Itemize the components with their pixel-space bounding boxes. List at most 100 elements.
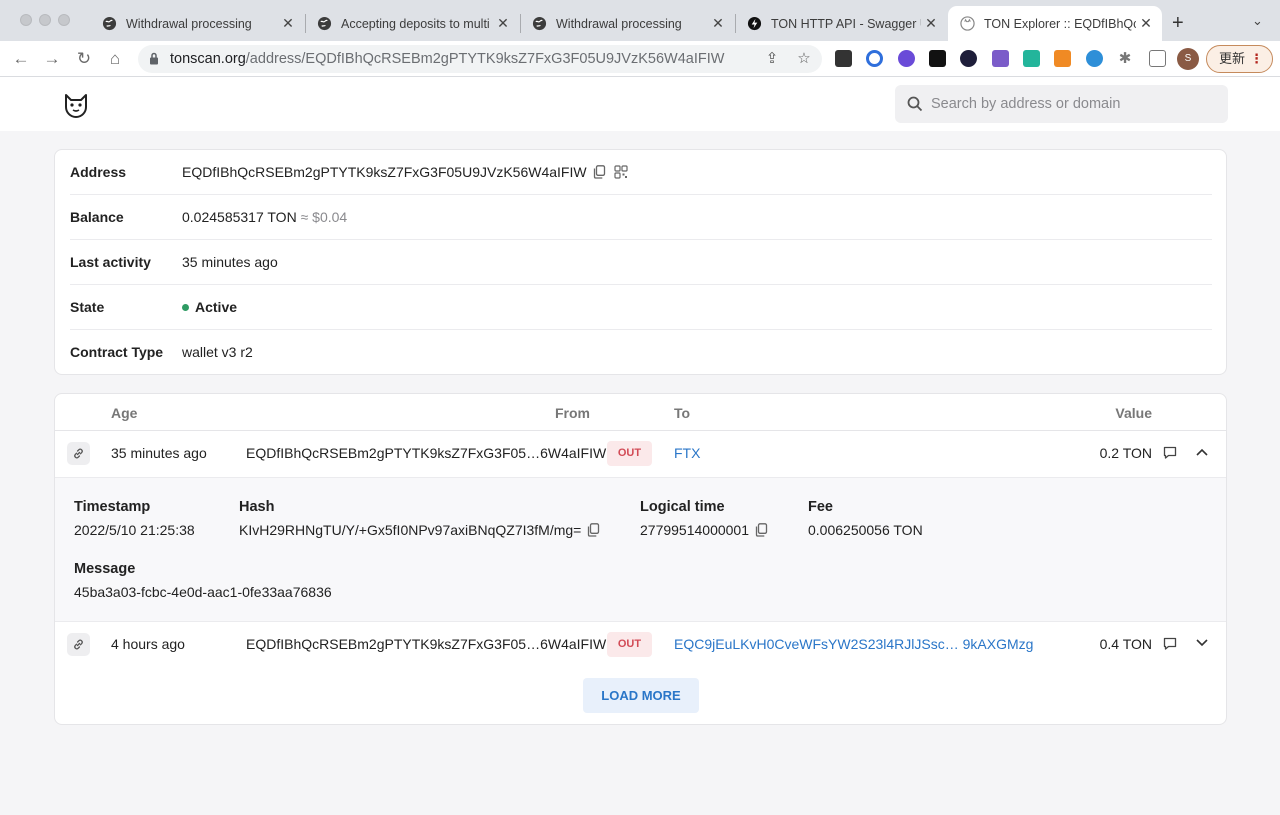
last-activity-label: Last activity [70,254,151,270]
tx-link-button[interactable] [67,442,90,465]
window-zoom-button[interactable] [58,14,70,26]
tab-title: Withdrawal processing [556,16,682,31]
browser-tab-bar: Withdrawal processing ✕ Accepting deposi… [0,0,1280,41]
tonscan-cat-icon [960,16,975,31]
status-dot-icon [182,304,189,311]
tab-close-icon[interactable]: ✕ [1136,15,1156,32]
hash-text[interactable]: KIvH29RHNgTU/Y/+Gx5fI0NPv97axiBNqQZ7I3fM… [239,522,581,538]
contract-type-row: Contract Type wallet v3 r2 [70,330,1212,375]
tab-search-chevron-icon[interactable]: ⌄ [1252,13,1263,29]
metamask-fox-icon[interactable] [1054,50,1071,67]
globe-icon [532,16,547,31]
share-icon[interactable]: ⇪ [763,50,781,68]
state-row: State Active [70,285,1212,330]
lock-icon [150,52,158,65]
copy-icon[interactable] [755,523,768,537]
tab-title: Withdrawal processing [126,16,252,31]
copy-icon[interactable] [587,523,600,537]
window-close-button[interactable] [20,14,32,26]
browser-tab[interactable]: Withdrawal processing ✕ [90,6,304,41]
state-value: Active [182,299,237,315]
state-text: Active [195,299,238,315]
side-panel-icon[interactable] [1149,50,1166,67]
balance-value: 0.024585317 TON ≈ $0.04 [182,209,347,225]
link-icon [74,639,83,650]
tab-title: Accepting deposits to multi [341,16,490,31]
update-button[interactable]: 更新 ⋮ [1206,45,1273,73]
browser-tab-active[interactable]: TON Explorer :: EQDfIBhQc ✕ [948,6,1162,41]
extension-icon[interactable] [866,50,883,67]
detail-logical-time: Logical time 27799514000001 [640,499,768,538]
detail-message: Message 45ba3a03-fcbc-4e0d-aac1-0fe33aa7… [74,561,332,600]
balance-row: Balance 0.024585317 TON ≈ $0.04 [70,195,1212,240]
swagger-icon [747,16,762,31]
tab-close-icon[interactable]: ✕ [921,15,941,32]
fee-value: 0.006250056 TON [808,522,923,538]
update-label: 更新 [1219,51,1246,66]
back-arrow-icon[interactable]: ← [10,48,32,70]
transactions-card: Age From To Value 35 minutes ago EQDfIBh… [54,393,1227,725]
search-input[interactable] [931,85,1216,123]
tx-link-button[interactable] [67,633,90,656]
window-minimize-button[interactable] [39,14,51,26]
transaction-details: Timestamp 2022/5/10 21:25:38 Hash KIvH29… [55,477,1226,622]
more-menu-icon: ⋮ [1250,51,1263,66]
transaction-row[interactable]: 4 hours ago EQDfIBhQcRSEBm2gPTYTK9ksZ7Fx… [55,622,1226,667]
browser-tab[interactable]: Accepting deposits to multi ✕ [305,6,519,41]
tx-value: 0.2 TON [1099,445,1152,461]
tab-title: TON Explorer :: EQDfIBhQc [984,16,1136,31]
address-info-card: Address EQDfIBhQcRSEBm2gPTYTK9ksZ7FxG3F0… [54,149,1227,375]
puzzle-extensions-icon[interactable]: ✱ [1116,50,1134,68]
link-icon [74,448,83,459]
tab-close-icon[interactable]: ✕ [708,15,728,32]
tx-to-link[interactable]: EQC9jEuLKvH0CveWFsYW2S23l4RJlJSsc… 9kAXG… [674,636,1033,652]
extension-icon[interactable] [1023,50,1040,67]
extension-icon[interactable] [929,50,946,67]
tab-close-icon[interactable]: ✕ [493,15,513,32]
bookmark-star-icon[interactable]: ☆ [795,50,813,68]
browser-tab[interactable]: TON HTTP API - Swagger UI ✕ [735,6,947,41]
hash-label: Hash [239,499,275,515]
transaction-row[interactable]: 35 minutes ago EQDfIBhQcRSEBm2gPTYTK9ksZ… [55,431,1226,476]
fee-label: Fee [808,499,833,515]
reload-icon[interactable]: ↻ [73,48,95,70]
qr-code-icon[interactable] [613,165,628,179]
address-label: Address [70,164,127,180]
tx-age: 35 minutes ago [111,445,207,461]
address-text[interactable]: EQDfIBhQcRSEBm2gPTYTK9ksZ7FxG3F05U9JVzK5… [182,164,587,180]
column-to: To [674,405,691,421]
chevron-up-icon[interactable] [1195,447,1209,457]
tab-title: TON HTTP API - Swagger UI [771,16,921,31]
url-path: /address/EQDfIBhQcRSEBm2gPTYTK9ksZ7FxG3F… [245,51,725,67]
load-more-button[interactable]: LOAD MORE [583,678,699,713]
tonscan-cat-logo-icon[interactable] [62,90,90,118]
timestamp-value: 2022/5/10 21:25:38 [74,522,195,538]
browser-toolbar: ← → ↻ ⌂ tonscan.org/address/EQDfIBhQcRSE… [0,41,1280,77]
globe-icon [102,16,117,31]
last-activity-value: 35 minutes ago [182,254,278,270]
extension-icon[interactable] [1086,50,1103,67]
forward-arrow-icon[interactable]: → [41,48,63,70]
home-icon[interactable]: ⌂ [104,48,126,70]
tx-value: 0.4 TON [1099,636,1152,652]
extension-icon[interactable] [898,50,915,67]
transactions-header: Age From To Value [55,394,1226,431]
extension-icon[interactable] [960,50,977,67]
logical-time-text[interactable]: 27799514000001 [640,522,749,538]
browser-tab[interactable]: Withdrawal processing ✕ [520,6,734,41]
extension-icon[interactable] [835,50,852,67]
contract-type-label: Contract Type [70,344,164,360]
column-age: Age [111,405,138,421]
tx-from[interactable]: EQDfIBhQcRSEBm2gPTYTK9ksZ7FxG3F05…6W4aIF… [246,636,606,652]
tx-from[interactable]: EQDfIBhQcRSEBm2gPTYTK9ksZ7FxG3F05…6W4aIF… [246,445,606,461]
new-tab-button[interactable]: + [1172,12,1184,35]
timestamp-label: Timestamp [74,499,151,515]
tx-to-link[interactable]: FTX [674,445,700,461]
address-bar[interactable]: tonscan.org/address/EQDfIBhQcRSEBm2gPTYT… [138,45,822,73]
copy-icon[interactable] [593,165,606,179]
tab-close-icon[interactable]: ✕ [278,15,298,32]
url-host: tonscan.org [170,51,246,67]
profile-avatar[interactable]: S [1177,48,1199,70]
chevron-down-icon[interactable] [1195,638,1209,648]
extension-icon[interactable] [992,50,1009,67]
